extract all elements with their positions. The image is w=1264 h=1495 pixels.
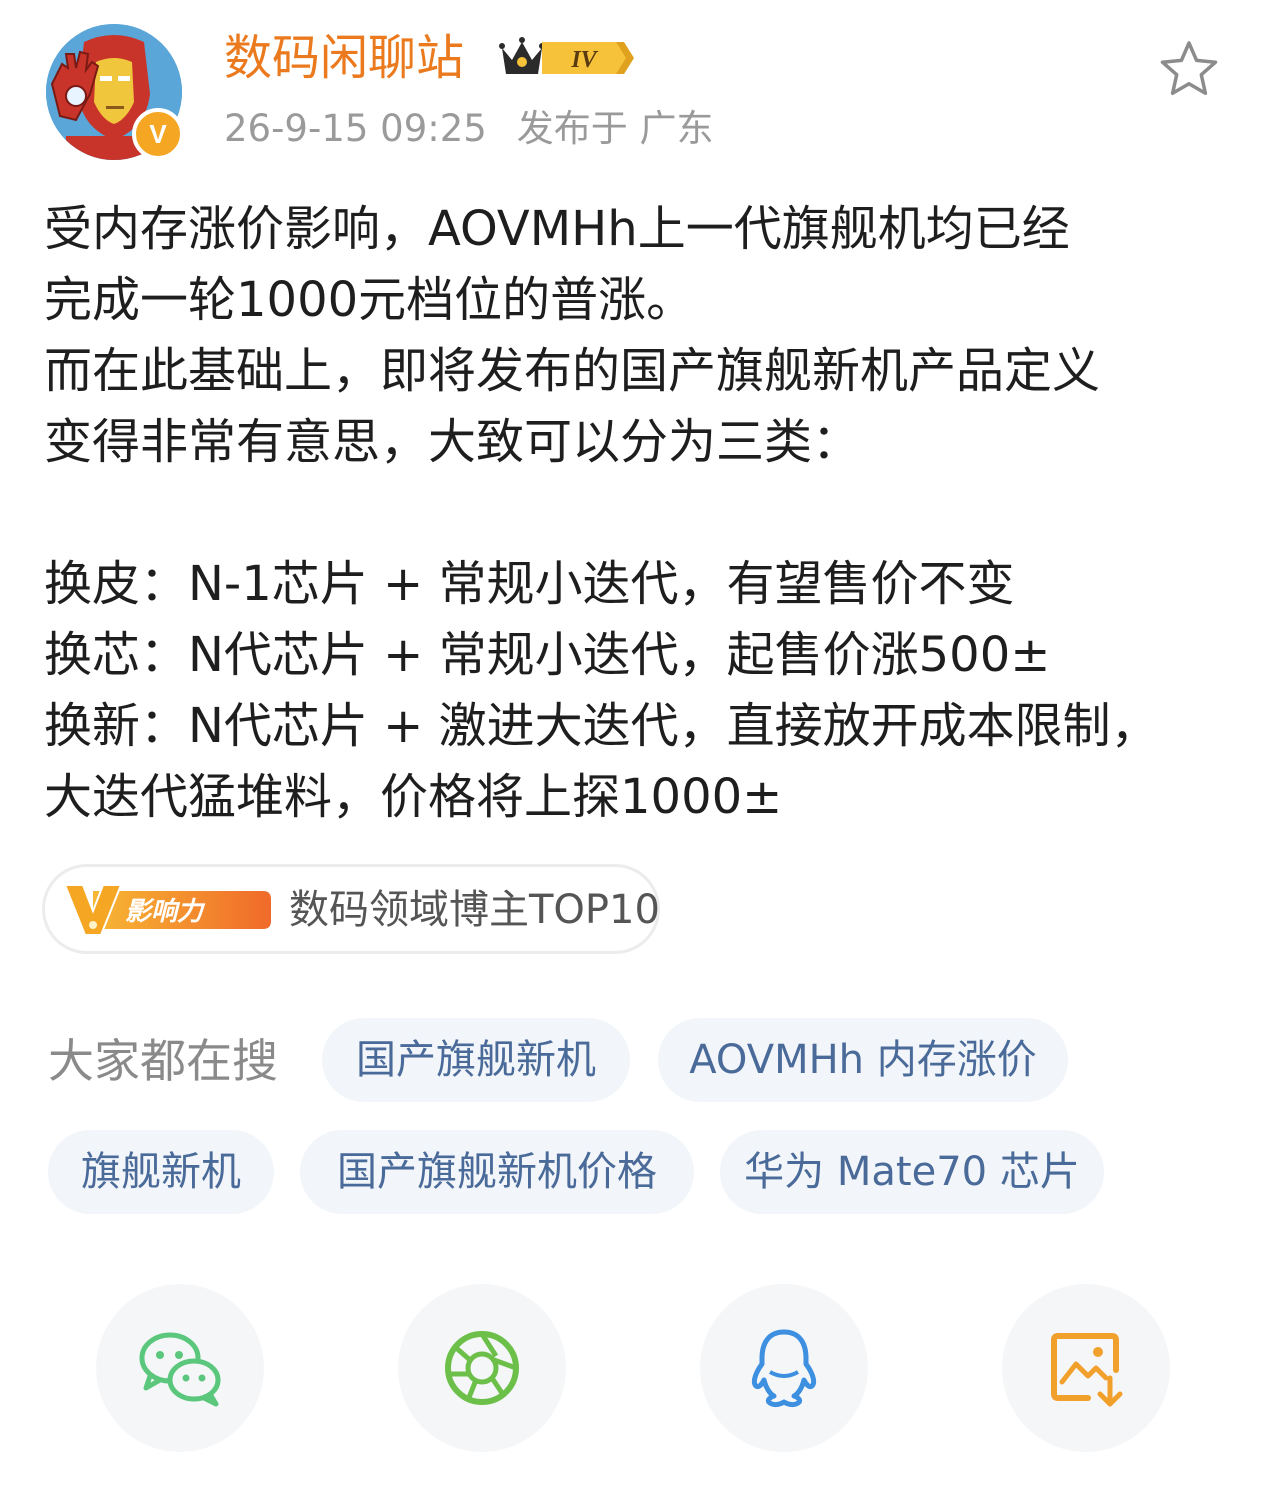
search-chip[interactable]: 国产旗舰新机价格 (300, 1130, 694, 1214)
influence-text: 数码领域博主TOP10 (289, 887, 660, 933)
qq-icon (751, 1329, 817, 1408)
influence-badge: 影响力 (63, 881, 277, 939)
post-blank-line (44, 478, 1234, 549)
influence-badge-label: 影响力 (125, 897, 206, 927)
wechat-icon (139, 1332, 221, 1407)
moments-icon (445, 1331, 519, 1405)
share-qq-button[interactable] (700, 1284, 868, 1452)
post-location: 发布于 广东 (516, 107, 714, 150)
save-image-icon (1051, 1333, 1123, 1407)
crown-icon (499, 37, 545, 74)
post-line: 而在此基础上，即将发布的国产旗舰新机产品定义 (44, 343, 1101, 399)
post-line: 完成一轮1000元档位的普涨。 (44, 272, 695, 328)
share-moments-button[interactable] (398, 1284, 566, 1452)
post-meta: 26-9-15 09:25 发布于 广东 (224, 104, 714, 154)
star-outline-icon (1160, 41, 1218, 96)
influence-tag[interactable]: 影响力 数码领域博主TOP10 (42, 864, 660, 954)
search-chip[interactable]: 华为 Mate70 芯片 (720, 1130, 1104, 1214)
search-chip[interactable]: 国产旗舰新机 (322, 1018, 630, 1102)
post-line: 受内存涨价影响，AOVMHh上一代旗舰机均已经 (44, 201, 1070, 257)
post-header: V 数码闲聊站 IV 26-9-15 09:25 发布于 广东 (0, 0, 1264, 180)
hot-search-label: 大家都在搜 (48, 1034, 278, 1088)
search-chip[interactable]: 旗舰新机 (48, 1130, 274, 1214)
search-chip[interactable]: AOVMHh 内存涨价 (658, 1018, 1068, 1102)
post-timestamp: 26-9-15 09:25 (224, 107, 487, 150)
verified-mark: V (149, 118, 167, 149)
favorite-button[interactable] (1158, 38, 1220, 100)
post-line: 换新：N代芯片 + 激进大迭代，直接放开成本限制， (44, 698, 1159, 754)
level-badge[interactable]: IV (498, 34, 634, 82)
level-text: IV (570, 47, 598, 73)
verified-badge: V (132, 108, 184, 160)
share-wechat-button[interactable] (96, 1284, 264, 1452)
post-line: 换皮：N-1芯片 + 常规小迭代，有望售价不变 (44, 556, 1015, 612)
post-line: 大迭代猛堆料，价格将上探1000± (44, 769, 783, 825)
post-line: 换芯：N代芯片 + 常规小迭代，起售价涨500± (44, 627, 1051, 683)
author-name[interactable]: 数码闲聊站 (224, 28, 464, 88)
post-content: 受内存涨价影响，AOVMHh上一代旗舰机均已经 完成一轮1000元档位的普涨。 … (44, 194, 1234, 833)
save-image-button[interactable] (1002, 1284, 1170, 1452)
post-line: 变得非常有意思，大致可以分为三类： (44, 414, 861, 470)
